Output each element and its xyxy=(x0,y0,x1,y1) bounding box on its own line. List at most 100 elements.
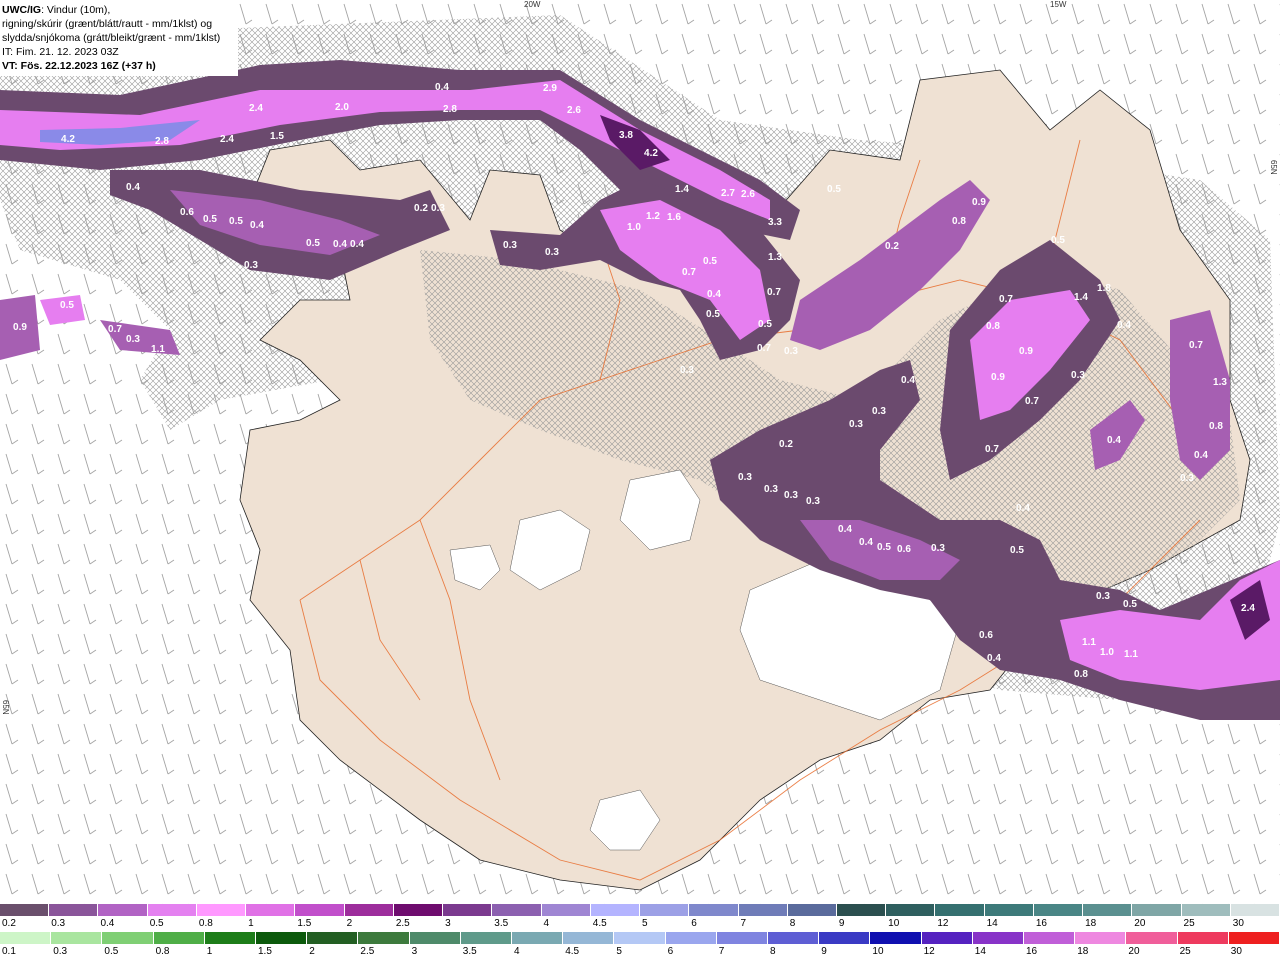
precip-value-label: 0.5 xyxy=(60,300,74,311)
precip-value-label: 1.0 xyxy=(1100,647,1114,658)
precip-value-label: 0.7 xyxy=(757,343,771,354)
precip-value-label: 0.9 xyxy=(972,197,986,208)
legend-swatch xyxy=(935,904,985,916)
precip-value-label: 0.5 xyxy=(706,309,720,320)
legend-label: 0.1 xyxy=(2,946,16,957)
precip-value-label: 2.6 xyxy=(741,189,755,200)
legend-swatch xyxy=(614,932,666,944)
precip-value-label: 1.8 xyxy=(1097,283,1111,294)
legend-swatch xyxy=(393,904,444,916)
legend-label: 0.2 xyxy=(2,918,16,929)
legend-label: 14 xyxy=(974,946,986,957)
precip-value-label: 0.5 xyxy=(306,238,320,249)
precip-value-label: 0.4 xyxy=(838,524,852,535)
precip-value-label: 0.9 xyxy=(1019,346,1033,357)
snow-color-legend xyxy=(0,904,1280,918)
legend-label: 30 xyxy=(1232,918,1244,929)
precip-value-label: 0.6 xyxy=(180,207,194,218)
precip-value-label: 0.4 xyxy=(901,375,915,386)
precip-value-label: 0.8 xyxy=(1209,421,1223,432)
legend-label: 8 xyxy=(789,918,796,929)
precip-value-label: 1.1 xyxy=(151,344,165,355)
legend-swatch xyxy=(98,904,148,916)
lon-label-15w: 15W xyxy=(1050,0,1067,9)
precip-value-label: 0.4 xyxy=(350,239,364,250)
legend-label: 7 xyxy=(740,918,747,929)
legend-swatch xyxy=(640,904,690,916)
legend-label: 6 xyxy=(667,946,674,957)
precip-value-label: 0.9 xyxy=(13,322,27,333)
precip-value-label: 0.6 xyxy=(897,544,911,555)
product-desc-rain: rigning/skúrir (grænt/blátt/rautt - mm/1… xyxy=(2,18,213,30)
legend-label: 0.3 xyxy=(51,918,66,929)
legend-swatch xyxy=(49,904,99,916)
precip-value-label: 0.2 xyxy=(885,241,899,252)
precip-value-label: 2.9 xyxy=(543,83,557,94)
precip-value-label: 0.2 xyxy=(414,203,428,214)
legend-swatch xyxy=(984,904,1034,916)
lon-label-20w: 20W xyxy=(524,0,541,9)
precip-value-label: 0.5 xyxy=(229,216,243,227)
precip-value-label: 0.7 xyxy=(682,267,696,278)
legend-swatch xyxy=(358,932,410,944)
precip-value-label: 4.2 xyxy=(644,148,658,159)
legend-swatch xyxy=(0,932,52,944)
legend-label: 0.5 xyxy=(104,946,119,957)
legend-label: 5 xyxy=(616,946,622,957)
legend-label: 3 xyxy=(411,946,418,957)
precip-value-label: 4.2 xyxy=(61,134,75,145)
legend-swatch xyxy=(921,932,973,944)
precip-value-label: 0.6 xyxy=(979,630,993,641)
precip-value-label: 0.7 xyxy=(1189,340,1203,351)
precip-value-label: 1.4 xyxy=(675,184,689,195)
precip-value-label: 2.8 xyxy=(155,136,169,147)
legend-label: 4.5 xyxy=(592,918,607,929)
legend-label: 2.5 xyxy=(395,918,410,929)
legend-label: 25 xyxy=(1183,918,1195,929)
legend-swatch xyxy=(716,932,769,944)
precip-value-label: 1.0 xyxy=(627,222,641,233)
legend-label: 1 xyxy=(206,946,213,957)
map-info-box: UWC/IG: Vindur (10m), rigning/skúrir (gr… xyxy=(0,0,238,76)
precip-value-label: 1.5 xyxy=(270,131,284,142)
legend-label: 20 xyxy=(1134,918,1146,929)
precip-value-label: 0.4 xyxy=(1107,435,1121,446)
precip-value-label: 0.3 xyxy=(849,419,863,430)
legend-swatch xyxy=(1230,904,1280,916)
precip-value-label: 2.4 xyxy=(249,103,263,114)
legend-swatch xyxy=(1228,932,1280,944)
legend-label: 8 xyxy=(770,946,776,957)
precip-value-label: 1.3 xyxy=(1213,377,1227,388)
precip-value-label: 2.7 xyxy=(721,188,735,199)
legend-swatch xyxy=(768,932,820,944)
precip-value-label: 0.3 xyxy=(680,365,694,376)
legend-label: 2 xyxy=(346,918,353,929)
precip-value-label: 0.7 xyxy=(767,287,781,298)
precip-value-label: 1.1 xyxy=(1124,649,1138,660)
legend-swatch xyxy=(102,932,154,944)
legend-label: 3.5 xyxy=(462,946,477,957)
legend-label: 5 xyxy=(642,918,648,929)
precip-value-label: 0.4 xyxy=(1194,450,1208,461)
legend-swatch xyxy=(563,932,615,944)
legend-label: 0.3 xyxy=(53,946,68,957)
precip-value-label: 0.8 xyxy=(986,321,1000,332)
legend-label: 18 xyxy=(1077,946,1089,957)
rain-legend-labels: 0.1 0.3 0.5 0.8 1 1.5 2 2.5 3 3.5 4 4.5 5 6 7 8 9 10 12 14 1… xyxy=(0,946,1280,958)
valid-time: VT: Fös. 22.12.2023 16Z (+37 h) xyxy=(2,60,156,72)
legend-swatch xyxy=(1177,932,1229,944)
precip-value-label: 0.4 xyxy=(250,220,264,231)
legend-label: 10 xyxy=(888,918,900,929)
legend-label: 12 xyxy=(937,918,949,929)
legend-label: 12 xyxy=(923,946,935,957)
precip-value-label: 0.8 xyxy=(952,216,966,227)
precip-value-label: 2.4 xyxy=(1241,603,1255,614)
precip-value-label: 0.3 xyxy=(806,496,820,507)
legend-swatch xyxy=(1132,904,1182,916)
precip-value-label: 0.5 xyxy=(1010,545,1024,556)
legend-label: 18 xyxy=(1085,918,1097,929)
legend-swatch xyxy=(307,932,359,944)
rain-color-legend xyxy=(0,932,1280,946)
legend-label: 2 xyxy=(309,946,315,957)
legend-label: 9 xyxy=(821,946,827,957)
